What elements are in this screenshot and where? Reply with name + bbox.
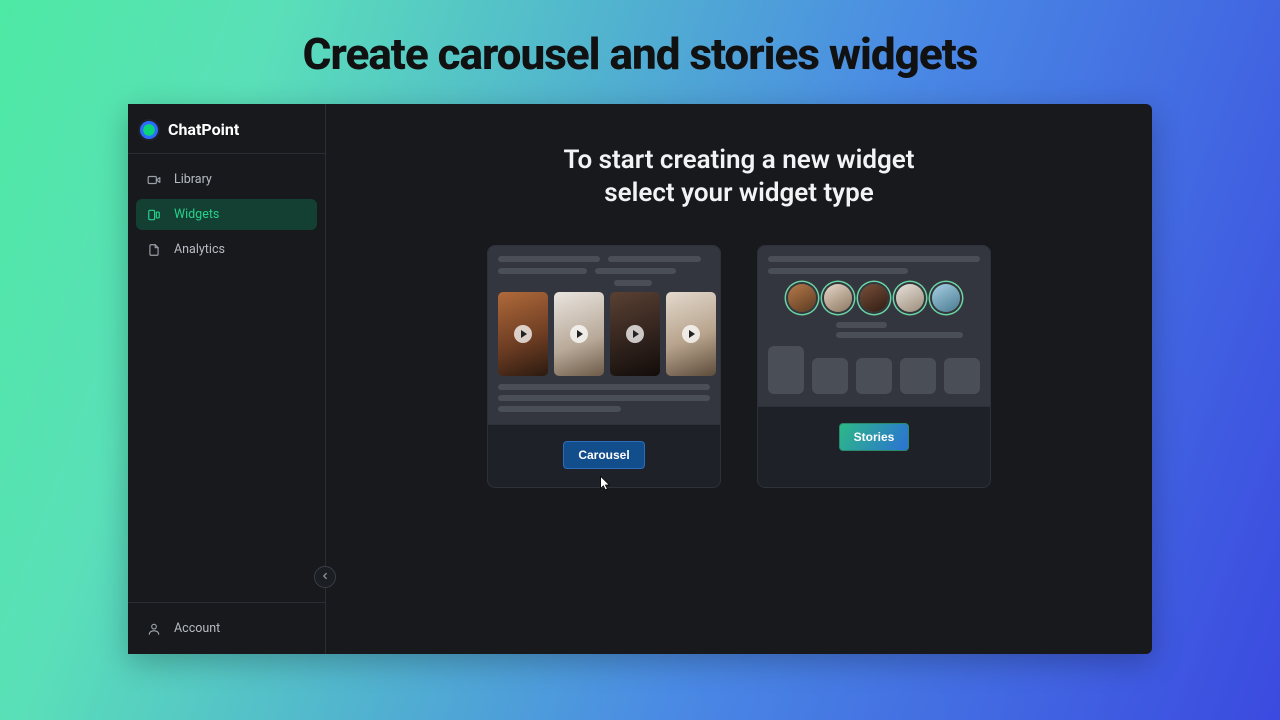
carousel-button[interactable]: Carousel: [563, 441, 644, 469]
widget-card-carousel[interactable]: Carousel: [487, 245, 721, 488]
sidebar-item-label: Library: [174, 172, 212, 187]
sidebar-item-label: Widgets: [174, 207, 219, 222]
carousel-thumb: [554, 292, 604, 376]
story-avatar: [788, 284, 816, 312]
play-icon: [682, 325, 700, 343]
card-footer: Carousel: [488, 425, 720, 487]
carousel-preview: [488, 246, 720, 425]
play-icon: [570, 325, 588, 343]
stories-preview: [758, 246, 990, 407]
user-icon: [146, 622, 162, 636]
stories-block: [856, 358, 892, 394]
card-footer: Stories: [758, 407, 990, 469]
brand: ChatPoint: [128, 104, 325, 154]
page-title-line2: select your widget type: [604, 178, 873, 208]
widget-icon: [146, 208, 162, 222]
brand-name: ChatPoint: [168, 120, 239, 139]
camera-icon: [146, 173, 162, 187]
sidebar-item-label: Account: [174, 621, 220, 636]
stories-button[interactable]: Stories: [839, 423, 910, 451]
sidebar-item-widgets[interactable]: Widgets: [136, 199, 317, 230]
sidebar-bottom: Account: [128, 602, 325, 654]
brand-logo-icon: [140, 121, 158, 139]
sidebar-item-analytics[interactable]: Analytics: [136, 234, 317, 265]
stories-avatars: [788, 284, 980, 312]
sidebar: ChatPoint Library Widgets Analytics: [128, 104, 326, 654]
sidebar-nav: Library Widgets Analytics: [128, 154, 325, 275]
stories-block: [944, 358, 980, 394]
page-title-line1: To start creating a new widget: [563, 145, 914, 175]
page-headline: Create carousel and stories widgets: [303, 28, 978, 80]
carousel-thumbnails: [498, 292, 710, 376]
story-avatar: [896, 284, 924, 312]
story-avatar: [932, 284, 960, 312]
file-icon: [146, 243, 162, 257]
sidebar-item-account[interactable]: Account: [136, 613, 317, 644]
carousel-thumb: [666, 292, 716, 376]
story-avatar: [824, 284, 852, 312]
play-icon: [514, 325, 532, 343]
widget-card-stories[interactable]: Stories: [757, 245, 991, 488]
carousel-thumb: [610, 292, 660, 376]
sidebar-item-library[interactable]: Library: [136, 164, 317, 195]
stories-block: [900, 358, 936, 394]
stories-block: [768, 346, 804, 394]
story-avatar: [860, 284, 888, 312]
carousel-thumb: [498, 292, 548, 376]
sidebar-item-label: Analytics: [174, 242, 225, 257]
chevron-left-icon: [320, 570, 330, 584]
play-icon: [626, 325, 644, 343]
sidebar-collapse-button[interactable]: [314, 566, 336, 588]
app-window: ChatPoint Library Widgets Analytics: [128, 104, 1152, 654]
widget-type-cards: Carousel: [354, 245, 1124, 488]
page-title: To start creating a new widget select yo…: [479, 144, 999, 209]
main-content: To start creating a new widget select yo…: [326, 104, 1152, 654]
stories-block: [812, 358, 848, 394]
